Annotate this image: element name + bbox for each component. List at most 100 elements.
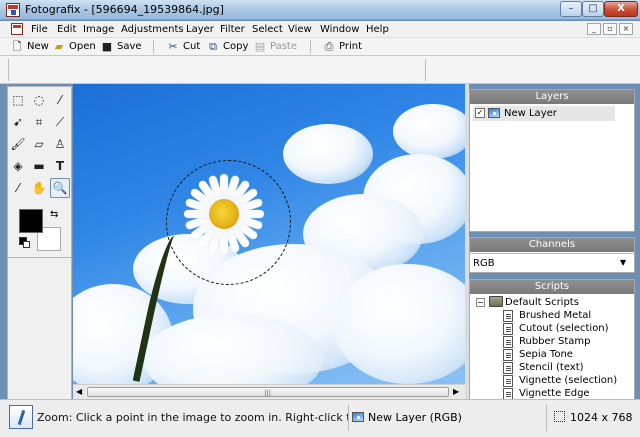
- eraser-tool-icon[interactable]: ▱: [29, 134, 49, 154]
- document-restore-button[interactable]: ▫: [603, 23, 617, 35]
- ellipse-selection-marquee[interactable]: [166, 160, 291, 285]
- script-file-icon: [503, 323, 513, 335]
- open-button[interactable]: ▰ Open: [53, 40, 97, 54]
- script-item-sepia-tone[interactable]: Sepia Tone: [503, 349, 633, 362]
- measure-tool-icon[interactable]: ⟋: [50, 112, 70, 132]
- script-file-icon: [503, 349, 513, 361]
- zoom-tool-status-icon: [9, 405, 33, 429]
- image-size-icon: [554, 411, 565, 422]
- toolbar-separator: [310, 40, 311, 54]
- text-tool-icon[interactable]: T: [50, 156, 70, 176]
- crop-tool-icon[interactable]: ⌗: [29, 112, 49, 132]
- save-button[interactable]: ■ Save: [101, 40, 143, 54]
- clone-stamp-tool-icon[interactable]: ♙: [50, 134, 70, 154]
- cut-button[interactable]: ✂ Cut: [167, 40, 203, 54]
- save-button-label: Save: [117, 41, 142, 52]
- cloud: [333, 264, 465, 384]
- image-canvas[interactable]: [73, 84, 465, 384]
- document-icon[interactable]: [11, 23, 23, 35]
- gradient-tool-icon[interactable]: ▬: [29, 156, 49, 176]
- new-button[interactable]: 🗋 New: [11, 40, 51, 54]
- fotografix-app-icon[interactable]: [6, 3, 20, 17]
- script-item-brushed-metal[interactable]: Brushed Metal: [503, 310, 633, 323]
- menu-file[interactable]: File: [31, 24, 48, 35]
- script-item-rubber-stamp[interactable]: Rubber Stamp: [503, 336, 633, 349]
- channels-panel-title: Channels: [470, 238, 634, 252]
- layer-name: New Layer: [504, 108, 557, 119]
- script-folder-label[interactable]: Default Scripts: [505, 297, 579, 308]
- cloud: [283, 124, 373, 184]
- copy-icon: ⧉: [209, 40, 217, 53]
- title-bar[interactable]: Fotografix - [596694_19539864.jpg] – □ X: [0, 0, 640, 20]
- layer-row[interactable]: ✓ New Layer: [473, 106, 615, 121]
- toolbar-separator: [153, 40, 154, 54]
- scrollbar-thumb[interactable]: |||: [87, 387, 449, 397]
- script-item-label: Rubber Stamp: [519, 336, 591, 347]
- script-file-icon: [503, 362, 513, 374]
- script-item-label: Brushed Metal: [519, 310, 592, 321]
- menu-bar: File Edit Image Adjustments Layer Filter…: [0, 21, 640, 38]
- script-item-cutout[interactable]: Cutout (selection): [503, 323, 633, 336]
- scripts-panel: Scripts − Default Scripts Brushed Metal …: [469, 279, 635, 400]
- status-separator: [546, 405, 547, 431]
- maximize-button[interactable]: □: [582, 1, 604, 17]
- rectangle-select-tool-icon[interactable]: ⬚: [8, 90, 28, 110]
- channel-select[interactable]: RGB ▼: [470, 253, 634, 272]
- scissors-icon: ✂: [168, 40, 178, 53]
- menu-help[interactable]: Help: [366, 24, 389, 35]
- status-layer-info: New Layer (RGB): [368, 411, 462, 424]
- foreground-color-swatch[interactable]: [19, 209, 43, 233]
- magic-wand-tool-icon[interactable]: ⁄: [50, 90, 70, 110]
- menu-filter[interactable]: Filter: [220, 24, 245, 35]
- script-item-label: Vignette (selection): [519, 375, 618, 386]
- menu-edit[interactable]: Edit: [57, 24, 76, 35]
- tools-palette-area: [7, 258, 72, 399]
- script-item-label: Stencil (text): [519, 362, 584, 373]
- status-message: Zoom: Click a point in the image to zoom…: [37, 411, 348, 424]
- paste-button-label: Paste: [270, 41, 297, 52]
- paste-button[interactable]: ▤ Paste: [254, 40, 298, 54]
- paint-bucket-tool-icon[interactable]: ◈: [8, 156, 28, 176]
- script-item-label: Sepia Tone: [519, 349, 573, 360]
- script-file-icon: [503, 310, 513, 322]
- minimize-button[interactable]: –: [560, 1, 582, 17]
- layer-visibility-checkbox[interactable]: ✓: [475, 108, 485, 118]
- script-item-stencil[interactable]: Stencil (text): [503, 362, 633, 375]
- menu-view[interactable]: View: [288, 24, 312, 35]
- menu-adjustments[interactable]: Adjustments: [121, 24, 184, 35]
- save-disk-icon: ■: [101, 40, 113, 53]
- chevron-down-icon[interactable]: ▼: [620, 258, 626, 267]
- script-file-icon: [503, 375, 513, 387]
- cloud: [393, 104, 465, 159]
- zoom-tool-icon[interactable]: 🔍: [50, 178, 70, 198]
- scroll-left-icon[interactable]: ◀: [76, 387, 82, 396]
- menu-image[interactable]: Image: [83, 24, 114, 35]
- tools-palette: ⬚ ◌ ⁄ ➹ ⌗ ⟋ 🖌 ▱ ♙ ◈ ▬ T ⁄ ✋ 🔍 ⇆: [7, 86, 72, 258]
- menu-select[interactable]: Select: [252, 24, 283, 35]
- document-minimize-button[interactable]: _: [587, 23, 601, 35]
- scroll-right-icon[interactable]: ▶: [453, 387, 459, 396]
- copy-button[interactable]: ⧉ Copy: [207, 40, 249, 54]
- folder-icon: [489, 296, 503, 307]
- open-folder-icon: ▰: [54, 40, 64, 53]
- menu-window[interactable]: Window: [320, 24, 359, 35]
- new-button-label: New: [27, 41, 49, 52]
- tree-collapse-icon[interactable]: −: [476, 298, 485, 307]
- open-button-label: Open: [69, 41, 96, 52]
- ellipse-select-tool-icon[interactable]: ◌: [29, 90, 49, 110]
- swap-colors-icon[interactable]: ⇆: [50, 209, 58, 220]
- document-close-button[interactable]: ×: [619, 23, 633, 35]
- move-tool-icon[interactable]: ➹: [8, 112, 28, 132]
- new-file-icon: 🗋: [12, 40, 22, 53]
- reset-colors-icon[interactable]: [19, 237, 30, 248]
- close-button[interactable]: X: [604, 1, 638, 17]
- brush-tool-icon[interactable]: 🖌: [8, 134, 28, 154]
- script-item-vignette-selection[interactable]: Vignette (selection): [503, 375, 633, 388]
- menu-layer[interactable]: Layer: [186, 24, 214, 35]
- eyedropper-tool-icon[interactable]: ⁄: [8, 178, 28, 198]
- window-title: Fotografix - [596694_19539864.jpg]: [25, 3, 224, 16]
- hand-tool-icon[interactable]: ✋: [29, 178, 49, 198]
- channel-select-value: RGB: [473, 258, 495, 269]
- print-button[interactable]: ⎙ Print: [323, 40, 363, 54]
- horizontal-scrollbar[interactable]: ◀ ||| ▶: [73, 384, 465, 399]
